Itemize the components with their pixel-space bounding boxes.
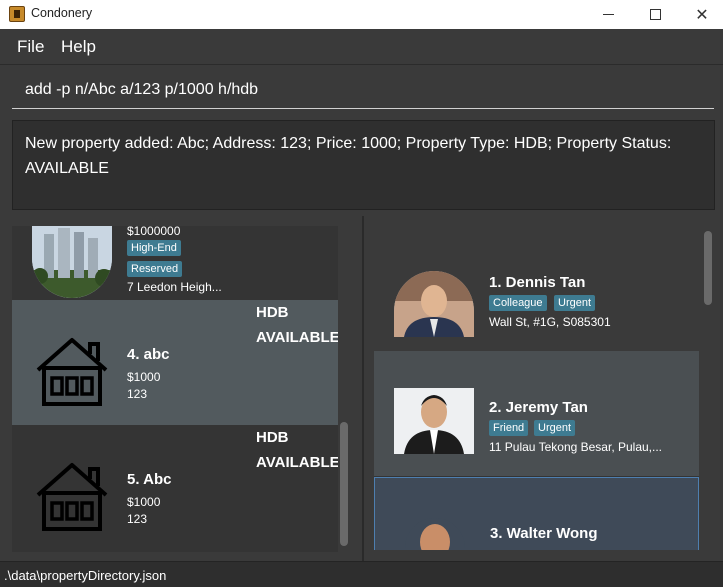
property-card[interactable]: HDB AVAILABLE 5. Abc $1000 123 (12, 425, 338, 550)
maximize-button[interactable] (632, 0, 678, 29)
title-bar: Condonery ✕ (0, 0, 723, 29)
client-list-scrollbar[interactable] (704, 231, 712, 305)
property-price: $1000 (127, 370, 161, 384)
client-avatar (394, 388, 474, 454)
menu-file[interactable]: File (17, 37, 44, 57)
result-display: New property added: Abc; Address: 123; P… (12, 120, 715, 210)
close-icon: ✕ (695, 5, 709, 24)
client-list[interactable]: 1. Dennis Tan Colleague Urgent Wall St, … (374, 226, 699, 550)
property-list-scrollbar[interactable] (340, 422, 348, 546)
property-status: AVAILABLE (256, 454, 338, 471)
window-title: Condonery (31, 6, 93, 20)
property-card[interactable]: $1000000 High-End Reserved 7 Leedon Heig… (12, 226, 338, 301)
house-icon (36, 463, 108, 531)
property-price: $1000 (127, 495, 161, 509)
client-name: 3. Walter Wong (490, 525, 598, 542)
property-name: 4. abc (127, 346, 170, 363)
status-bar: .\data\propertyDirectory.json (0, 561, 723, 587)
maximize-icon (649, 9, 661, 20)
client-tag: Friend (489, 420, 529, 436)
property-tag: High-End (127, 240, 181, 256)
client-name: 2. Jeremy Tan (489, 399, 588, 416)
property-type: HDB (256, 304, 289, 321)
command-input-text: add -p n/Abc a/123 p/1000 h/hdb (25, 81, 259, 98)
client-list-panel: 1. Dennis Tan Colleague Urgent Wall St, … (364, 216, 723, 561)
property-tag: Reserved (127, 261, 183, 277)
property-card-selected[interactable]: HDB AVAILABLE 4. abc $1000 123 (12, 300, 338, 425)
client-tag: Colleague (489, 295, 547, 311)
client-tag: Urgent (554, 295, 596, 311)
menu-help[interactable]: Help (61, 37, 96, 57)
command-input[interactable]: add -p n/Abc a/123 p/1000 h/hdb (12, 72, 714, 109)
property-list-panel: $1000000 High-End Reserved 7 Leedon Heig… (0, 216, 362, 561)
house-icon (36, 338, 108, 406)
result-text: New property added: Abc; Address: 123; P… (25, 135, 672, 177)
property-address: 123 (127, 387, 148, 401)
client-address: 11 Pulau Tekong Besar, Pulau,... (489, 440, 663, 454)
close-button[interactable]: ✕ (679, 0, 723, 29)
property-address: 123 (127, 512, 148, 526)
client-address: Wall St, #1G, S085301 (489, 315, 611, 329)
property-price: $1000000 (127, 226, 181, 238)
property-list[interactable]: $1000000 High-End Reserved 7 Leedon Heig… (12, 226, 338, 552)
client-card[interactable]: 1. Dennis Tan Colleague Urgent Wall St, … (374, 226, 699, 351)
client-card[interactable]: 2. Jeremy Tan Friend Urgent 11 Pulau Tek… (374, 351, 699, 476)
client-avatar (405, 518, 465, 550)
client-name: 1. Dennis Tan (489, 274, 586, 291)
app-icon (9, 6, 25, 22)
status-bar-path: .\data\propertyDirectory.json (4, 568, 167, 583)
property-address: 7 Leedon Heigh... (127, 280, 222, 294)
menu-bar: File Help (0, 29, 723, 65)
minimize-icon (602, 14, 614, 15)
minimize-button[interactable] (585, 0, 631, 29)
property-type: HDB (256, 429, 289, 446)
property-name: 5. Abc (127, 471, 172, 488)
client-tag: Urgent (534, 420, 576, 436)
condo-photo (32, 226, 112, 298)
client-card-selected[interactable]: 3. Walter Wong (374, 477, 699, 550)
client-avatar (394, 271, 474, 337)
property-status: AVAILABLE (256, 329, 338, 346)
